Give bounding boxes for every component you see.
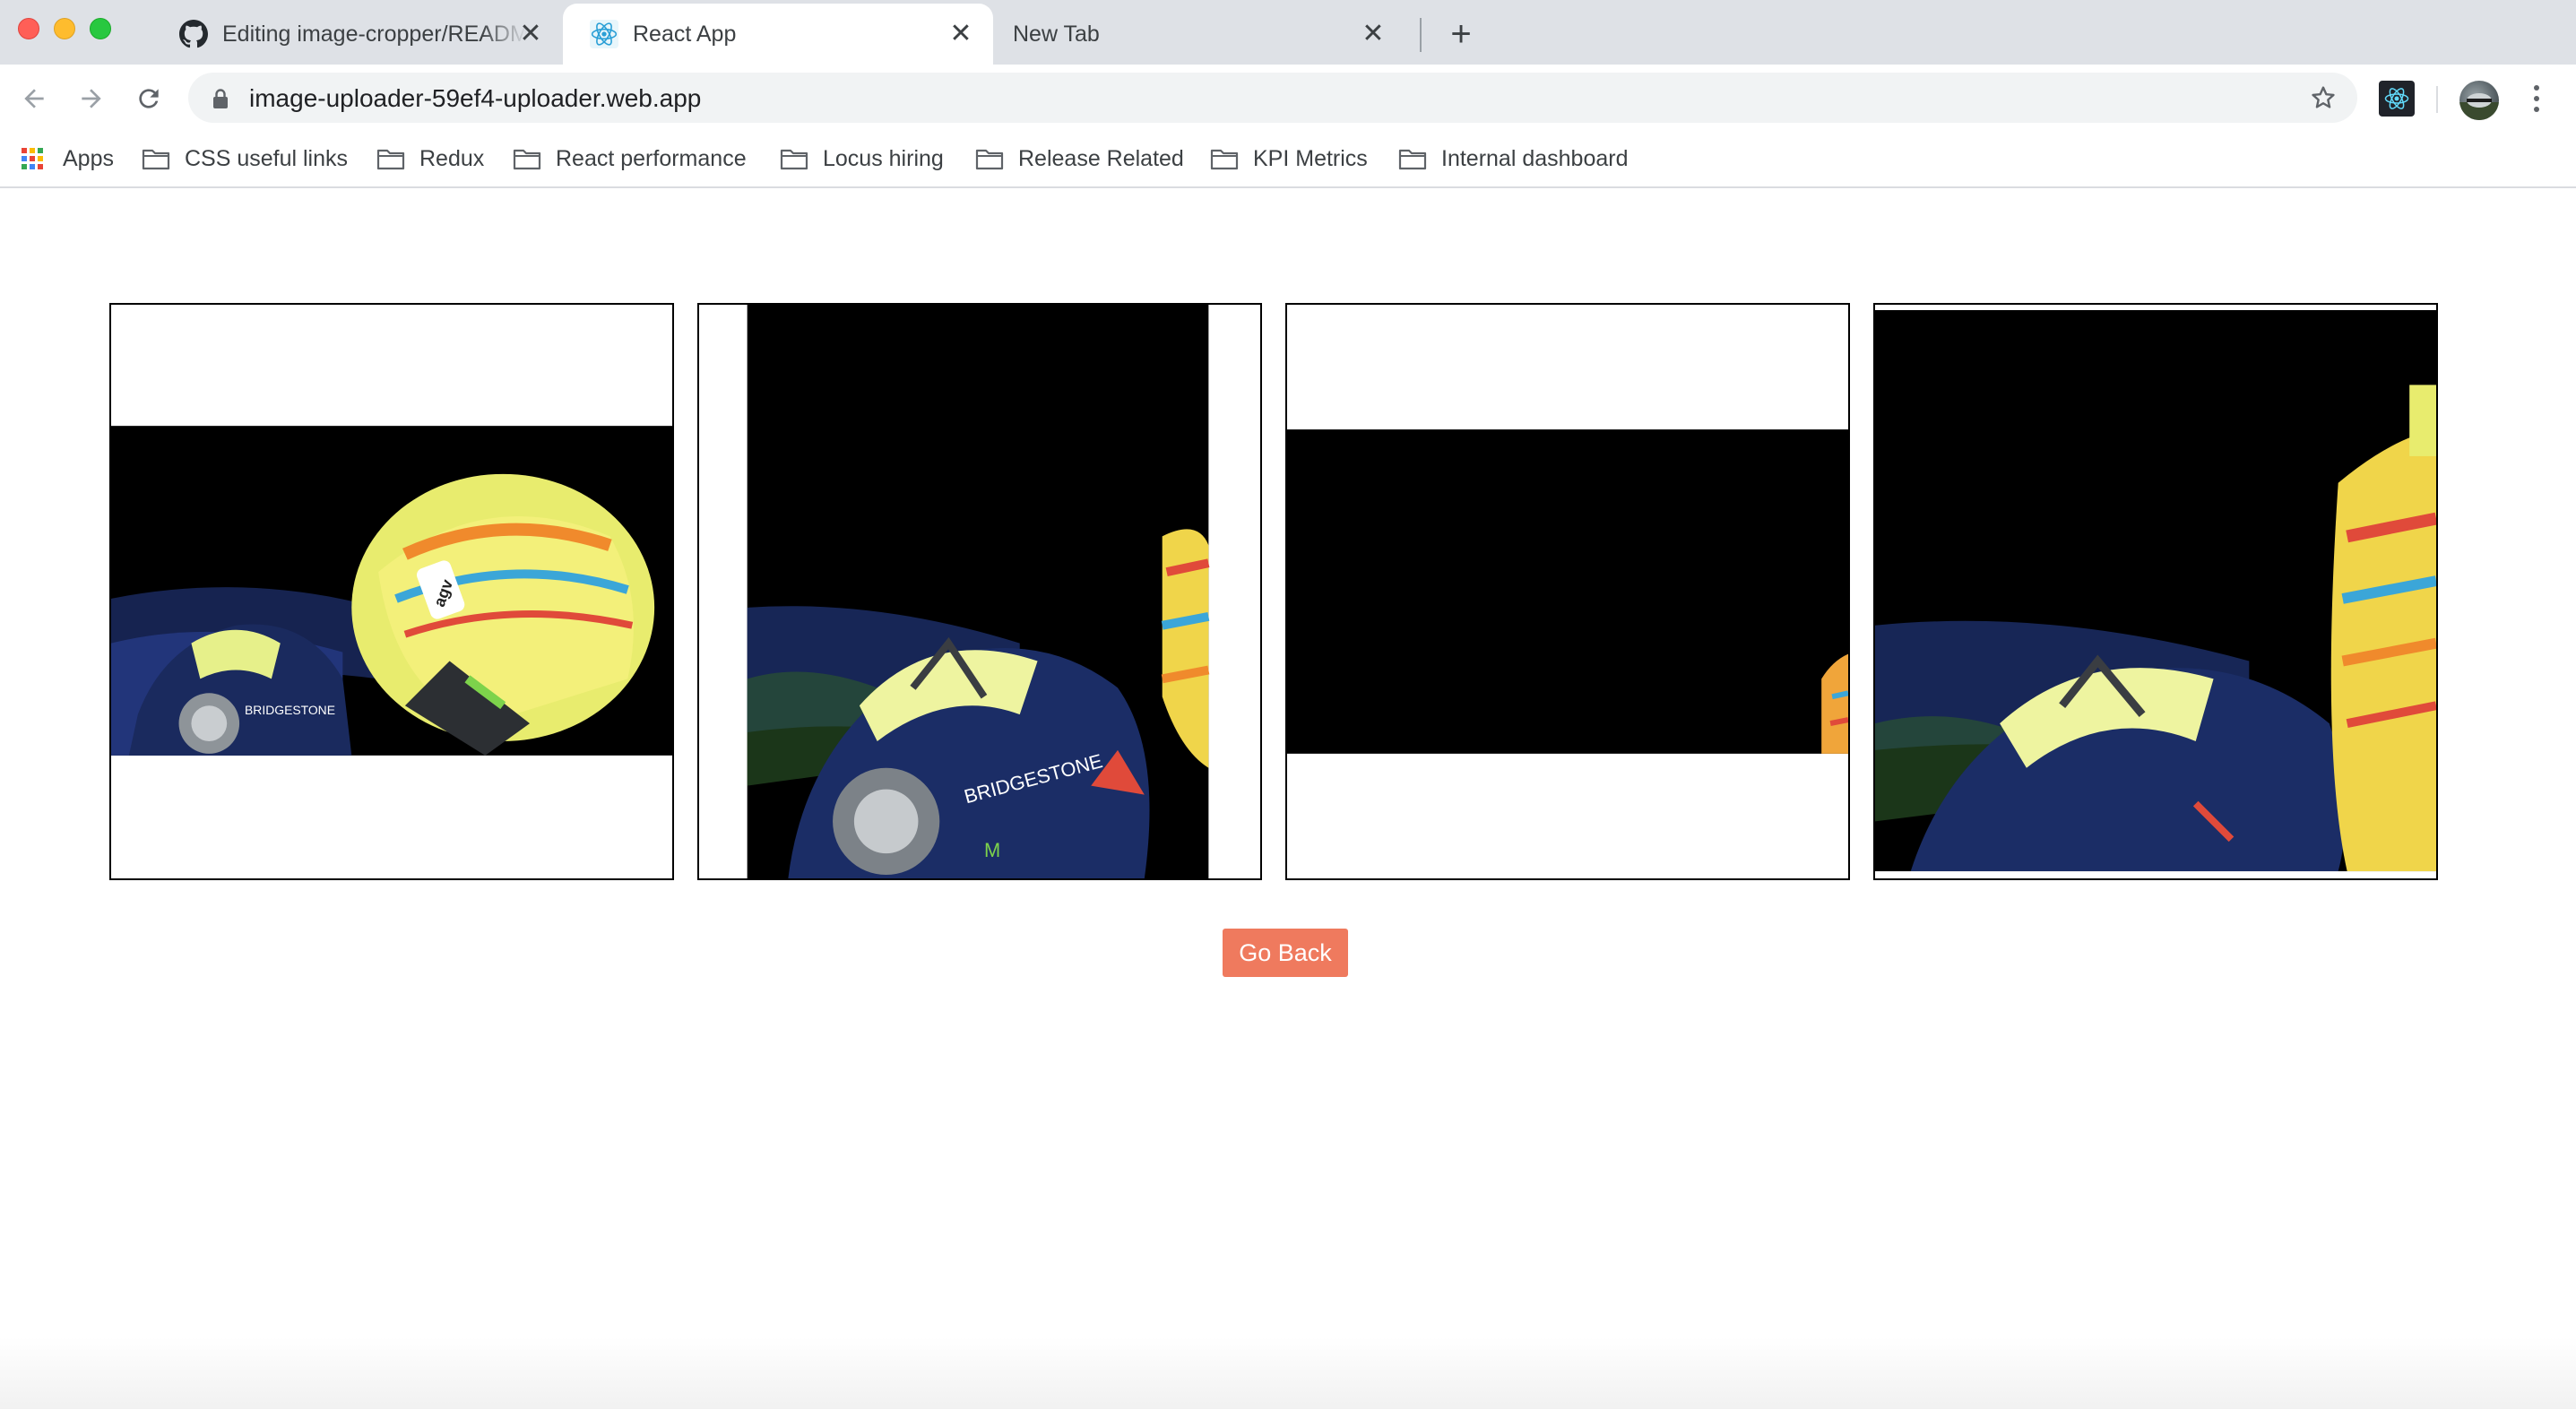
bookmark-react-performance[interactable]: React performance — [513, 140, 747, 177]
cropped-image-1: BRIDGESTONE agv — [109, 303, 674, 880]
folder-icon — [376, 146, 405, 171]
lock-icon — [213, 89, 228, 108]
bookmark-apps[interactable]: Apps — [20, 140, 114, 177]
bookmarks-bar: Apps CSS useful links Redux React perfor… — [0, 133, 2576, 188]
close-icon[interactable]: ✕ — [518, 21, 543, 48]
address-bar[interactable]: image-uploader-59ef4-uploader.web.app — [188, 73, 2357, 123]
folder-icon — [142, 146, 170, 171]
apps-grid-icon — [20, 146, 45, 171]
toolbar-separator — [2436, 86, 2438, 113]
profile-avatar[interactable] — [2459, 81, 2499, 120]
tab-separator — [1420, 18, 1422, 52]
folder-icon — [975, 146, 1004, 171]
folder-icon — [513, 146, 541, 171]
browser-toolbar: image-uploader-59ef4-uploader.web.app — [0, 65, 2576, 133]
tab-react-app[interactable]: React App ✕ — [563, 4, 993, 65]
new-tab-button[interactable]: + — [1443, 16, 1479, 52]
tab-title: New Tab — [1013, 21, 1100, 47]
bookmark-label: Redux — [419, 145, 485, 171]
tab-title: React App — [633, 21, 737, 47]
url-text: image-uploader-59ef4-uploader.web.app — [249, 84, 702, 112]
bookmark-label: Apps — [63, 145, 114, 171]
tab-new-tab[interactable]: New Tab ✕ — [993, 4, 1405, 65]
bookmark-label: Locus hiring — [823, 145, 944, 171]
window-close-button[interactable] — [18, 18, 39, 39]
bookmark-locus-hiring[interactable]: Locus hiring — [780, 140, 944, 177]
bookmark-css-useful-links[interactable]: CSS useful links — [142, 140, 348, 177]
bookmark-label: CSS useful links — [185, 145, 349, 171]
cropped-image-2: BRIDGESTONE M — [697, 303, 1262, 880]
folder-icon — [780, 146, 808, 171]
cropped-image-3 — [1285, 303, 1850, 880]
react-icon — [590, 20, 618, 48]
window-minimize-button[interactable] — [54, 18, 75, 39]
close-icon[interactable]: ✕ — [1361, 21, 1386, 48]
react-devtools-extension-icon[interactable] — [2379, 81, 2415, 117]
arrow-right-icon — [82, 89, 101, 108]
folder-icon — [1210, 146, 1239, 171]
page-content: BRIDGESTONE agv BRIDGESTONE M Go Back — [0, 190, 2576, 1409]
bookmark-release-related[interactable]: Release Related — [975, 140, 1184, 177]
bookmark-redux[interactable]: Redux — [376, 140, 484, 177]
cropped-image-4 — [1873, 303, 2438, 880]
bookmark-kpi-metrics[interactable]: KPI Metrics — [1210, 140, 1368, 177]
tab-strip: Editing image-cropper/README.md ✕ React … — [0, 0, 2576, 65]
forward-button[interactable] — [72, 79, 111, 118]
reload-button[interactable] — [129, 79, 169, 118]
close-icon[interactable]: ✕ — [948, 21, 973, 48]
tab-title: Editing image-cropper/README.md — [222, 21, 527, 47]
reload-icon — [139, 89, 159, 108]
bookmark-internal-dashboard[interactable]: Internal dashboard — [1398, 140, 1628, 177]
tab-github-readme[interactable]: Editing image-cropper/README.md ✕ — [152, 4, 563, 65]
back-button[interactable] — [14, 79, 54, 118]
browser-menu-button[interactable] — [2524, 81, 2549, 117]
bookmark-label: KPI Metrics — [1253, 145, 1368, 171]
arrow-left-icon — [24, 89, 44, 108]
github-icon — [179, 20, 208, 48]
svg-text:M: M — [984, 839, 1000, 861]
bottom-shadow — [0, 1337, 2576, 1409]
bookmark-star-icon[interactable] — [2307, 82, 2339, 114]
bookmark-label: Internal dashboard — [1441, 145, 1629, 171]
folder-icon — [1398, 146, 1427, 171]
bookmark-label: Release Related — [1018, 145, 1184, 171]
window-zoom-button[interactable] — [90, 18, 111, 39]
bookmark-label: React performance — [556, 145, 747, 171]
svg-text:BRIDGESTONE: BRIDGESTONE — [245, 703, 335, 717]
go-back-button[interactable]: Go Back — [1223, 929, 1348, 977]
